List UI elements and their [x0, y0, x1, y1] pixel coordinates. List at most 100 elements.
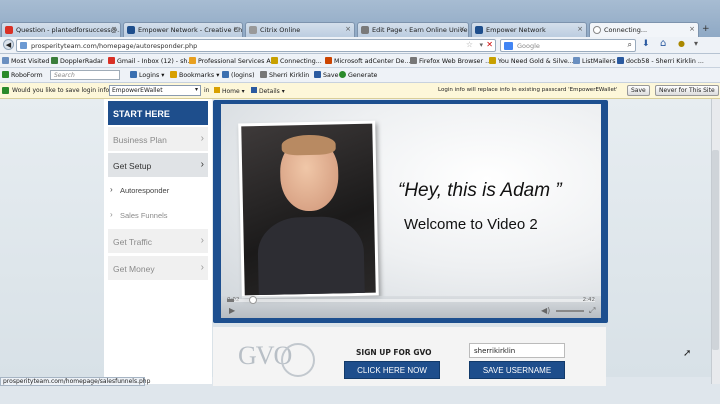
- search-icon[interactable]: ⌕: [628, 40, 632, 50]
- search-placeholder: Search: [54, 72, 75, 79]
- sidebar-item-get-traffic[interactable]: Get Traffic ›: [108, 229, 208, 254]
- sidebar-item-get-money[interactable]: Get Money ›: [108, 256, 208, 281]
- roboform-identity[interactable]: Sherri Kirklin: [260, 71, 309, 79]
- start-here-header: START HERE: [108, 101, 208, 125]
- video-progress-track[interactable]: [227, 299, 595, 302]
- bookmark-most-visited[interactable]: Most Visited: [2, 57, 49, 65]
- bookmark-connecting[interactable]: Connecting...: [271, 57, 322, 65]
- chevron-right-icon: ›: [110, 185, 113, 194]
- bookmark-label: Most Visited: [11, 58, 50, 65]
- sidebar-item-business-plan[interactable]: Business Plan ›: [108, 127, 208, 152]
- details-button[interactable]: Details ▾: [251, 87, 285, 95]
- close-icon[interactable]: ×: [233, 25, 239, 33]
- search-input[interactable]: Google ⌕: [500, 39, 636, 52]
- bookmark-icon: [2, 57, 9, 64]
- bookmark-listmailers[interactable]: ListMailers: [573, 57, 616, 65]
- roboform-label: RoboForm: [11, 72, 43, 79]
- sidebar-item-label: Get Money: [113, 264, 155, 274]
- close-icon[interactable]: ×: [459, 25, 465, 33]
- bookmark-gold[interactable]: You Need Gold & Silve...: [489, 57, 574, 65]
- empower-icon: [127, 26, 135, 34]
- tab-citrix[interactable]: Citrix Online ×: [245, 22, 355, 37]
- bookmark-star-icon[interactable]: ☆: [466, 40, 473, 49]
- bookmark-icon: [51, 57, 58, 64]
- home-folder-label: Home: [222, 88, 240, 95]
- bookmark-label: You Need Gold & Silve...: [498, 58, 574, 65]
- close-icon[interactable]: ×: [111, 25, 117, 33]
- empower-icon: [475, 26, 483, 34]
- chevron-right-icon: ›: [200, 159, 204, 170]
- tab-edit-page[interactable]: Edit Page ‹ Earn Online Universit... ×: [357, 22, 469, 37]
- passcard-name-value: EmpowerEWallet: [112, 87, 163, 94]
- video-progress-fill: [227, 299, 235, 302]
- click-here-button[interactable]: CLICK HERE NOW: [344, 361, 440, 379]
- volume-slider[interactable]: [556, 310, 584, 312]
- roboform-generate[interactable]: Generate: [339, 71, 377, 79]
- fullscreen-icon[interactable]: ⤢: [589, 306, 595, 316]
- cursor-icon: ➚: [683, 348, 692, 359]
- url-bar[interactable]: prosperityteam.com/homepage/autoresponde…: [16, 39, 496, 52]
- save-username-button[interactable]: SAVE USERNAME: [469, 361, 565, 379]
- bookmark-icon: [617, 57, 624, 64]
- sidebar-item-label: Get Traffic: [113, 237, 153, 247]
- dropdown-icon[interactable]: ▾: [479, 41, 483, 49]
- home-folder-button[interactable]: Home ▾: [214, 87, 245, 95]
- gmail-icon: [5, 26, 13, 34]
- key-icon: [222, 71, 229, 78]
- sidebar-item-get-setup[interactable]: Get Setup ›: [108, 153, 208, 178]
- download-icon[interactable]: ⬇: [642, 39, 650, 49]
- close-icon[interactable]: ×: [689, 25, 695, 33]
- addon-icon[interactable]: ●: [678, 39, 685, 48]
- stop-icon[interactable]: ✕: [486, 40, 493, 49]
- photo-hair: [281, 134, 336, 156]
- never-for-site-button[interactable]: Never for This Site: [655, 85, 719, 96]
- home-icon[interactable]: ⌂: [660, 38, 666, 49]
- bookmark-doppler[interactable]: DopplerRadar: [51, 57, 103, 65]
- close-icon[interactable]: ×: [345, 25, 351, 33]
- tab-connecting[interactable]: Connecting... ×: [589, 22, 699, 38]
- tab-question[interactable]: Question - plantedforsuccess@... ×: [1, 22, 121, 37]
- scrollbar-thumb[interactable]: [712, 150, 719, 350]
- bookmark-icon: [325, 57, 332, 64]
- save-icon: [314, 71, 321, 78]
- bookmark-firefox[interactable]: Firefox Web Browser ...: [410, 57, 491, 65]
- passcard-name-select[interactable]: EmpowerEWallet ▾: [109, 85, 201, 96]
- roboform-search-input[interactable]: Search: [50, 70, 120, 80]
- google-icon: [504, 42, 513, 50]
- bookmark-docb58[interactable]: docb58 - Sherri Kirklin ...: [617, 57, 704, 65]
- save-info-text: Login info will replace info in existing…: [438, 87, 618, 93]
- tab-empower-network[interactable]: Empower Network ×: [471, 22, 587, 37]
- roboform-logo[interactable]: RoboForm: [2, 71, 43, 79]
- sidebar-item-label: Business Plan: [113, 135, 167, 145]
- bookmark-adcenter[interactable]: Microsoft adCenter De...: [325, 57, 410, 65]
- chevron-right-icon: ›: [200, 262, 204, 273]
- bottom-area: [0, 386, 720, 404]
- roboform-logins[interactable]: Logins ▾: [130, 71, 164, 79]
- generate-icon: [339, 71, 346, 78]
- search-placeholder: Google: [517, 42, 540, 50]
- in-label: in: [204, 87, 210, 94]
- roboform-logins-list[interactable]: (logins): [222, 71, 255, 79]
- tab-empower-creative[interactable]: Empower Network - Creative Ch... ×: [123, 22, 243, 37]
- save-button[interactable]: Save: [627, 85, 650, 96]
- new-tab-button[interactable]: +: [702, 24, 710, 34]
- details-label: Details: [259, 88, 280, 95]
- video-scrubber[interactable]: [249, 296, 257, 304]
- bookmark-label: Firefox Web Browser ...: [419, 58, 492, 65]
- bookmark-professional[interactable]: Professional Services A...: [189, 57, 277, 65]
- bookmark-gmail[interactable]: Gmail - Inbox (12) - sh...: [108, 57, 193, 65]
- roboform-save[interactable]: Save: [314, 71, 338, 79]
- bookmark-label: Microsoft adCenter De...: [334, 58, 411, 65]
- back-button[interactable]: ◀: [3, 39, 14, 50]
- details-icon: [251, 87, 257, 93]
- roboform-bookmarks[interactable]: Bookmarks ▾: [170, 71, 219, 79]
- username-input[interactable]: sherrikirklin: [469, 343, 565, 358]
- close-icon[interactable]: ×: [577, 25, 583, 33]
- sidebar-subitem-autoresponder[interactable]: › Autoresponder: [108, 178, 208, 202]
- bookmark-icon: [573, 57, 580, 64]
- sidebar-subitem-sales-funnels[interactable]: › Sales Funnels: [108, 203, 208, 227]
- play-icon[interactable]: ▶: [229, 306, 235, 315]
- bookmark-label: DopplerRadar: [60, 58, 104, 65]
- menu-icon[interactable]: ▾: [694, 39, 698, 48]
- volume-icon[interactable]: ◀): [541, 306, 550, 315]
